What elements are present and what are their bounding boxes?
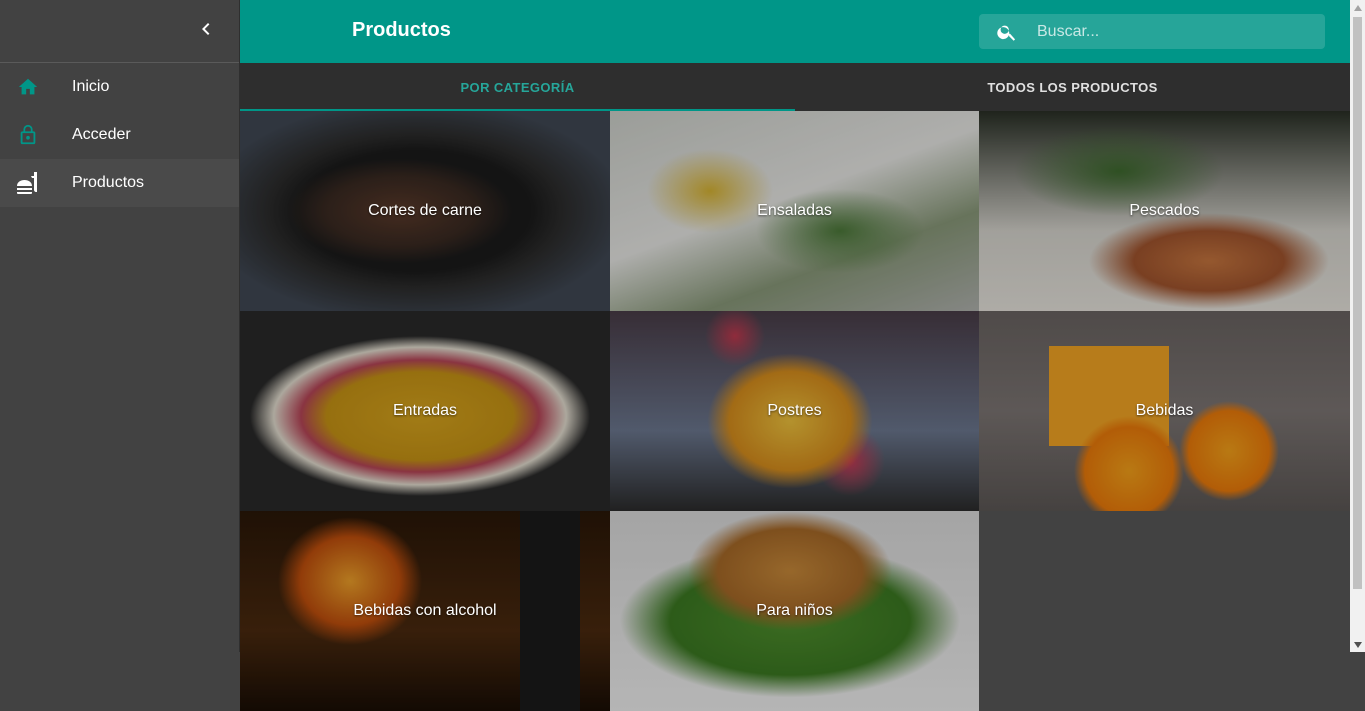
scroll-down-icon[interactable] [1350, 637, 1365, 652]
search-box[interactable] [979, 14, 1325, 49]
category-label: Bebidas con alcohol [353, 602, 497, 619]
category-tile-bebidas-con-alcohol[interactable]: Bebidas con alcohol [240, 511, 610, 711]
category-tile-ensaladas[interactable]: Ensaladas [610, 111, 979, 311]
app-bar: Productos [240, 0, 1350, 63]
sidebar-header [0, 0, 239, 63]
lock-icon [16, 123, 40, 147]
category-label: Entradas [392, 402, 458, 419]
category-label: Pescados [1129, 202, 1200, 219]
chevron-left-icon [194, 17, 218, 46]
category-label: Bebidas [1135, 402, 1194, 419]
category-tile-pescados[interactable]: Pescados [979, 111, 1350, 311]
category-tile-postres[interactable]: Postres [610, 311, 979, 511]
category-tile-cortes-de-carne[interactable]: Cortes de carne [240, 111, 610, 311]
sidebar-drawer: Inicio Acceder Productos [0, 0, 240, 652]
sidebar-item-inicio[interactable]: Inicio [0, 63, 239, 111]
category-label: Para niños [756, 602, 833, 619]
home-icon [16, 75, 40, 99]
sidebar-nav: Inicio Acceder Productos [0, 63, 239, 207]
category-tile-bebidas[interactable]: Bebidas [979, 311, 1350, 511]
food-icon [16, 171, 40, 195]
category-grid: Cortes de carne Ensaladas Pescados Entra… [240, 111, 1350, 711]
search-input[interactable] [1035, 21, 1309, 42]
sidebar-item-productos[interactable]: Productos [0, 159, 239, 207]
category-label: Postres [767, 402, 822, 419]
sidebar-item-acceder[interactable]: Acceder [0, 111, 239, 159]
sidebar-item-label: Productos [72, 174, 145, 191]
scrollbar-thumb[interactable] [1353, 17, 1362, 589]
collapse-sidebar-button[interactable] [194, 19, 218, 43]
category-label: Ensaladas [757, 202, 832, 219]
sidebar-item-label: Inicio [72, 78, 110, 95]
search-icon [995, 20, 1019, 44]
page-title: Productos [352, 19, 451, 41]
category-tile-entradas[interactable]: Entradas [240, 311, 610, 511]
scroll-up-icon[interactable] [1350, 0, 1365, 15]
tab-por-categoria[interactable]: POR CATEGORÍA [240, 63, 795, 111]
category-label: Cortes de carne [368, 202, 482, 219]
tab-bar: POR CATEGORÍA TODOS LOS PRODUCTOS [240, 63, 1350, 111]
sidebar-item-label: Acceder [72, 126, 131, 143]
category-tile-para-ninos[interactable]: Para niños [610, 511, 979, 711]
scrollbar[interactable] [1350, 0, 1365, 652]
tab-todos-los-productos[interactable]: TODOS LOS PRODUCTOS [795, 63, 1350, 111]
